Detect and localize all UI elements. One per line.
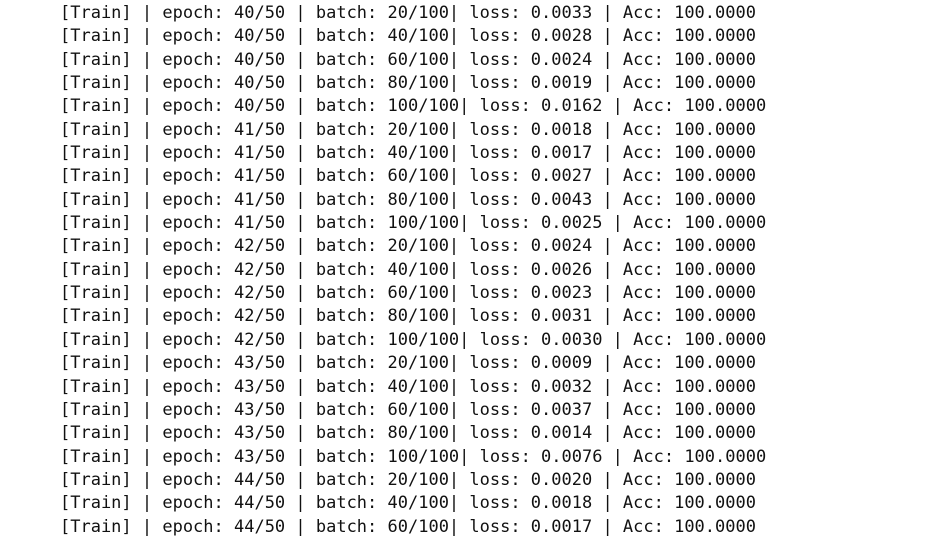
- log-line: [Train] | epoch: 43/50 | batch: 100/100|…: [60, 446, 767, 467]
- log-line: [Train] | epoch: 42/50 | batch: 60/100| …: [60, 283, 756, 304]
- log-line: [Train] | epoch: 40/50 | batch: 20/100| …: [60, 3, 756, 23]
- log-line: [Train] | epoch: 42/50 | batch: 80/100| …: [60, 306, 756, 327]
- log-line: [Train] | epoch: 40/50 | batch: 60/100| …: [60, 49, 756, 70]
- log-line: [Train] | epoch: 43/50 | batch: 20/100| …: [60, 353, 756, 374]
- log-line: [Train] | epoch: 43/50 | batch: 60/100| …: [60, 399, 756, 420]
- training-log-screen: { "console": { "lines": [ "[Train] | epo…: [0, 0, 945, 537]
- log-line: [Train] | epoch: 40/50 | batch: 80/100| …: [60, 73, 756, 94]
- log-line: [Train] | epoch: 40/50 | batch: 100/100|…: [60, 96, 767, 117]
- log-line: [Train] | epoch: 43/50 | batch: 40/100| …: [60, 376, 756, 397]
- log-line: [Train] | epoch: 41/50 | batch: 20/100| …: [60, 119, 756, 140]
- log-line: [Train] | epoch: 40/50 | batch: 40/100| …: [60, 26, 756, 47]
- training-log-output: [Train] | epoch: 40/50 | batch: 20/100| …: [60, 2, 766, 539]
- log-line: [Train] | epoch: 44/50 | batch: 20/100| …: [60, 469, 756, 490]
- log-line: [Train] | epoch: 41/50 | batch: 60/100| …: [60, 166, 756, 187]
- log-line: [Train] | epoch: 42/50 | batch: 40/100| …: [60, 259, 756, 280]
- log-line: [Train] | epoch: 41/50 | batch: 80/100| …: [60, 189, 756, 210]
- log-line: [Train] | epoch: 41/50 | batch: 40/100| …: [60, 143, 756, 164]
- log-line: [Train] | epoch: 42/50 | batch: 20/100| …: [60, 236, 756, 257]
- log-line: [Train] | epoch: 42/50 | batch: 100/100|…: [60, 329, 767, 350]
- log-line: [Train] | epoch: 41/50 | batch: 100/100|…: [60, 213, 767, 234]
- log-line: [Train] | epoch: 44/50 | batch: 60/100| …: [60, 516, 756, 537]
- log-line: [Train] | epoch: 43/50 | batch: 80/100| …: [60, 423, 756, 444]
- log-line: [Train] | epoch: 44/50 | batch: 40/100| …: [60, 493, 756, 514]
